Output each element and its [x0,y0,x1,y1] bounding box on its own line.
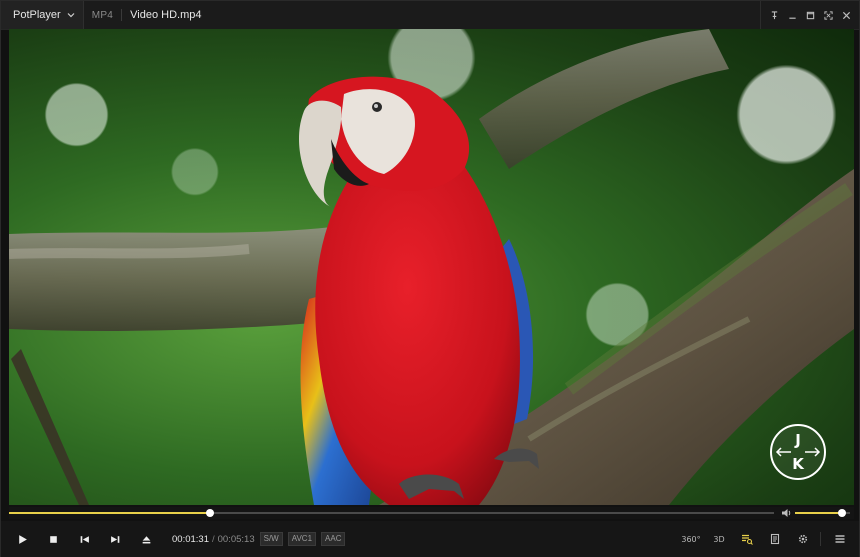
previous-track-icon [80,535,89,543]
eject-button[interactable] [131,524,162,554]
fullscreen-icon [823,10,833,20]
play-button[interactable] [7,524,38,554]
right-controls: 360° 3D [676,521,853,557]
window-controls-divider [760,1,761,29]
window-title: Video HD.mp4 [130,9,202,21]
stop-button[interactable] [38,524,69,554]
maximize-button[interactable] [801,1,819,29]
watermark-letter-top: J [795,431,801,449]
channel-watermark: J K [769,423,827,481]
chapter-icon [770,533,780,545]
watermark-letter-bottom: K [792,455,804,473]
seek-slider[interactable] [9,509,774,517]
eject-icon [142,535,151,543]
play-icon [19,534,27,544]
app-name: PotPlayer [13,9,61,21]
volume-level [795,512,842,514]
controls-divider [820,532,821,546]
playlist-button[interactable] [734,524,760,554]
next-button[interactable] [100,524,131,554]
control-bar: 00:01:31 / 00:05:13 S/W AVC1 AAC 360° 3D [1,521,859,557]
next-track-icon [111,535,120,543]
vr-360-button[interactable]: 360° [678,524,704,554]
chevron-down-icon [67,13,75,18]
stop-icon [50,535,57,543]
previous-button[interactable] [69,524,100,554]
maximize-icon [806,11,814,19]
seek-handle[interactable] [206,509,215,517]
settings-button[interactable] [790,524,816,554]
seek-progress [9,512,211,514]
format-label: MP4 [91,9,114,21]
current-time: 00:01:31 [172,533,209,545]
pin-icon [771,10,777,19]
volume-slider[interactable] [795,509,850,517]
pin-button[interactable] [765,1,783,29]
sw-decoder-tag[interactable]: S/W [259,532,283,546]
hamburger-menu-icon [835,535,845,543]
speaker-icon[interactable] [781,508,792,518]
video-display[interactable]: J K [9,29,854,505]
app-menu-button[interactable]: PotPlayer [1,1,84,29]
seek-bar-area [9,507,854,519]
time-separator: / [211,533,215,545]
close-icon [842,11,850,19]
chapters-button[interactable] [762,524,788,554]
minimize-icon [788,17,796,19]
3d-button[interactable]: 3D [706,524,732,554]
minimize-button[interactable] [783,1,801,29]
main-menu-button[interactable] [827,524,853,554]
volume-handle[interactable] [837,509,846,517]
title-divider [121,9,123,21]
video-codec-tag[interactable]: AVC1 [287,532,317,546]
audio-codec-tag[interactable]: AAC [321,532,346,546]
total-time: 00:05:13 [217,533,255,545]
playlist-icon [742,534,753,545]
close-button[interactable] [837,1,855,29]
player-window: PotPlayer MP4 Video HD.mp4 J K 00:01:31 … [0,0,860,557]
gear-icon [798,534,808,544]
title-bar: PotPlayer MP4 Video HD.mp4 [1,1,859,30]
window-controls [760,1,855,29]
fullscreen-button[interactable] [819,1,837,29]
video-frame [9,29,854,505]
